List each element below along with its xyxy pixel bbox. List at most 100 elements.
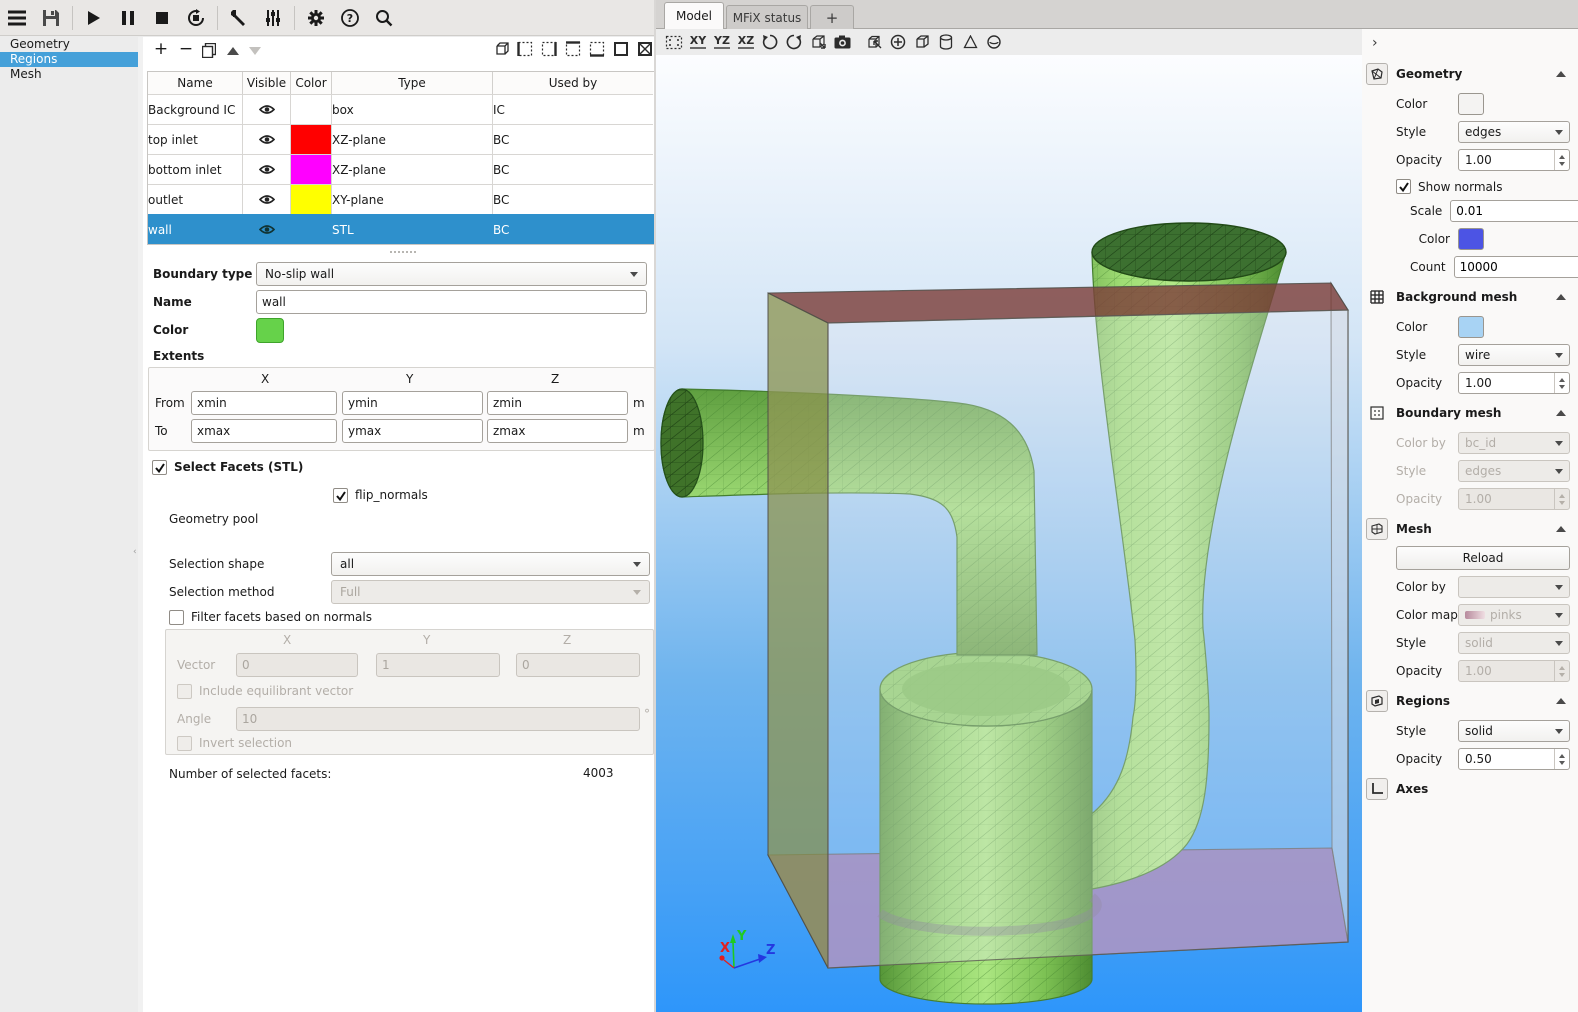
visibility-icon[interactable]: [862, 31, 886, 53]
pause-icon[interactable]: [111, 3, 145, 33]
gear-icon[interactable]: [299, 3, 333, 33]
panel-collapse-icon[interactable]: ›: [1366, 33, 1572, 55]
normals-scale-input[interactable]: [1450, 200, 1578, 222]
new-xy-plane-region-icon[interactable]: [563, 39, 583, 59]
select-facets-checkbox[interactable]: [152, 460, 167, 475]
tab-mfix-status[interactable]: MFiX status: [726, 5, 808, 29]
tab-add[interactable]: +: [810, 5, 854, 29]
section-mesh[interactable]: Mesh: [1366, 516, 1572, 542]
reload-button[interactable]: Reload: [1396, 546, 1570, 570]
geometry-opacity-spinner[interactable]: 1.00: [1458, 149, 1570, 171]
filter-facets-checkbox[interactable]: [169, 610, 184, 625]
axes-icon[interactable]: [1366, 778, 1388, 800]
flip-normals-checkbox[interactable]: [333, 488, 348, 503]
region-color-swatch[interactable]: [291, 184, 332, 214]
collapse-arrow-icon[interactable]: [1556, 71, 1566, 77]
new-point-region-icon[interactable]: [611, 39, 631, 59]
selection-shape-select[interactable]: all: [331, 552, 650, 576]
show-normals-checkbox[interactable]: [1396, 179, 1411, 194]
menu-icon[interactable]: [0, 3, 34, 33]
stop-icon[interactable]: [145, 3, 179, 33]
add-region-icon[interactable]: +: [151, 39, 171, 59]
cylinder-icon[interactable]: [934, 31, 958, 53]
new-stl-region-icon[interactable]: [635, 39, 655, 59]
mesh-icon[interactable]: [1366, 518, 1388, 540]
visibility-eye-icon[interactable]: [243, 214, 291, 244]
nav-collapse-handle[interactable]: ‹: [133, 544, 143, 560]
perspective-icon[interactable]: [806, 31, 830, 53]
normals-color-swatch[interactable]: [1458, 228, 1484, 250]
collapse-arrow-icon[interactable]: [1556, 526, 1566, 532]
region-color-button[interactable]: [256, 318, 284, 343]
region-color-swatch[interactable]: [291, 94, 332, 124]
reset-icon[interactable]: [179, 3, 213, 33]
duplicate-region-icon[interactable]: [199, 40, 219, 60]
sliders-icon[interactable]: [256, 3, 290, 33]
collapse-arrow-icon[interactable]: [1556, 410, 1566, 416]
new-box-region-icon[interactable]: [491, 39, 511, 59]
visibility-eye-icon[interactable]: [243, 124, 291, 154]
run-icon[interactable]: [77, 3, 111, 33]
from-x-input[interactable]: [191, 391, 337, 415]
help-icon[interactable]: ?: [333, 3, 367, 33]
view-yz-icon[interactable]: YZ: [710, 31, 734, 53]
reset-view-icon[interactable]: [662, 31, 686, 53]
collapse-arrow-icon[interactable]: [1556, 294, 1566, 300]
table-row[interactable]: top inlet XZ-plane BC: [148, 124, 655, 154]
move-up-icon[interactable]: [223, 41, 243, 61]
search-icon[interactable]: [367, 3, 401, 33]
col-name[interactable]: Name: [148, 72, 243, 94]
from-z-input[interactable]: [487, 391, 628, 415]
normals-count-input[interactable]: [1454, 256, 1578, 278]
section-regions[interactable]: Regions: [1366, 688, 1572, 714]
new-plane-bottom-region-icon[interactable]: [587, 39, 607, 59]
regions-opacity-spinner[interactable]: 0.50: [1458, 748, 1570, 770]
background-mesh-icon[interactable]: [1366, 286, 1388, 308]
wrench-icon[interactable]: [222, 3, 256, 33]
torus-icon[interactable]: [982, 31, 1006, 53]
background-mesh-color-swatch[interactable]: [1458, 316, 1484, 338]
region-color-swatch[interactable]: [291, 124, 332, 154]
view-xy-icon[interactable]: XY: [686, 31, 710, 53]
spinner-arrows-icon[interactable]: [1554, 150, 1569, 170]
visibility-eye-icon[interactable]: [243, 184, 291, 214]
section-background-mesh[interactable]: Background mesh: [1366, 284, 1572, 310]
region-color-swatch[interactable]: [291, 154, 332, 184]
rotate-cw-icon[interactable]: [782, 31, 806, 53]
model-3d-viewport[interactable]: Y X Z: [656, 55, 1362, 1012]
boundary-type-select[interactable]: No-slip wall: [256, 262, 647, 286]
new-yz-plane-region-icon[interactable]: [515, 39, 535, 59]
col-used-by[interactable]: Used by: [493, 72, 653, 94]
spinner-arrows-icon[interactable]: [1554, 749, 1569, 769]
geometry-icon[interactable]: [1366, 63, 1388, 85]
nav-item-mesh[interactable]: Mesh: [0, 67, 138, 82]
table-row[interactable]: bottom inlet XZ-plane BC: [148, 154, 655, 184]
collapse-arrow-icon[interactable]: [1556, 698, 1566, 704]
spinner-arrows-icon[interactable]: [1554, 373, 1569, 393]
camera-icon[interactable]: [830, 31, 854, 53]
tab-model[interactable]: Model: [664, 2, 724, 29]
table-row[interactable]: outlet XY-plane BC: [148, 184, 655, 214]
visibility-eye-icon[interactable]: [243, 154, 291, 184]
nav-item-regions[interactable]: Regions: [0, 52, 138, 67]
cube-icon[interactable]: [910, 31, 934, 53]
pane-splitter-handle[interactable]: [390, 251, 416, 253]
rotate-ccw-icon[interactable]: [758, 31, 782, 53]
region-color-swatch[interactable]: [291, 214, 332, 244]
save-icon[interactable]: [34, 3, 68, 33]
to-x-input[interactable]: [191, 419, 337, 443]
visibility-eye-icon[interactable]: [243, 94, 291, 124]
col-visible[interactable]: Visible: [243, 72, 291, 94]
view-xz-icon[interactable]: XZ: [734, 31, 758, 53]
boundary-mesh-icon[interactable]: [1366, 402, 1388, 424]
regions-icon[interactable]: [1366, 690, 1388, 712]
section-geometry[interactable]: Geometry: [1366, 61, 1572, 87]
add-circle-icon[interactable]: [886, 31, 910, 53]
remove-region-icon[interactable]: −: [176, 39, 196, 59]
background-mesh-opacity-spinner[interactable]: 1.00: [1458, 372, 1570, 394]
section-axes[interactable]: Axes: [1366, 776, 1572, 802]
geometry-style-select[interactable]: edges: [1458, 121, 1570, 143]
regions-style-select[interactable]: solid: [1458, 720, 1570, 742]
to-z-input[interactable]: [487, 419, 628, 443]
cone-icon[interactable]: [958, 31, 982, 53]
